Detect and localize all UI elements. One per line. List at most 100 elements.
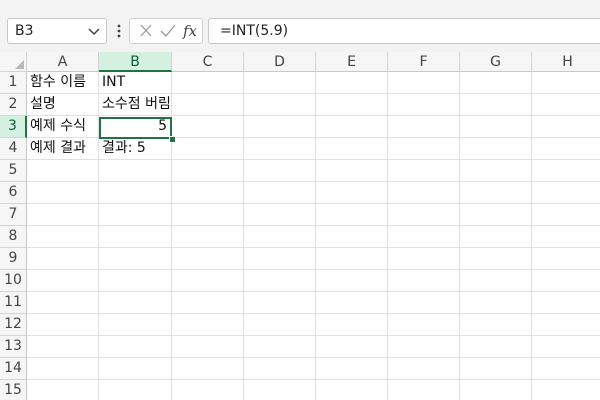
cell-f15[interactable] [388, 380, 460, 400]
check-icon[interactable] [158, 22, 178, 40]
cell-d11[interactable] [244, 292, 316, 314]
cell-a1[interactable]: 함수 이름 [27, 72, 99, 94]
cell-h7[interactable] [532, 204, 600, 226]
cell-e3[interactable] [316, 116, 388, 138]
column-header-d[interactable]: D [244, 52, 316, 72]
cell-e5[interactable] [316, 160, 388, 182]
cell-e9[interactable] [316, 248, 388, 270]
column-header-a[interactable]: A [27, 52, 99, 72]
cell-f8[interactable] [388, 226, 460, 248]
cell-g14[interactable] [460, 358, 532, 380]
cell-a10[interactable] [27, 270, 99, 292]
cell-e14[interactable] [316, 358, 388, 380]
cell-g6[interactable] [460, 182, 532, 204]
cell-g1[interactable] [460, 72, 532, 94]
row-header-5[interactable]: 5 [0, 160, 27, 182]
cell-b6[interactable] [99, 182, 172, 204]
cell-b15[interactable] [99, 380, 172, 400]
cell-d15[interactable] [244, 380, 316, 400]
cell-b14[interactable] [99, 358, 172, 380]
column-header-g[interactable]: G [460, 52, 532, 72]
cell-c8[interactable] [172, 226, 244, 248]
row-header-3[interactable]: 3 [0, 116, 27, 138]
cell-b10[interactable] [99, 270, 172, 292]
cell-f11[interactable] [388, 292, 460, 314]
cell-a14[interactable] [27, 358, 99, 380]
cell-h9[interactable] [532, 248, 600, 270]
cell-d6[interactable] [244, 182, 316, 204]
cell-a11[interactable] [27, 292, 99, 314]
cell-h14[interactable] [532, 358, 600, 380]
cell-b7[interactable] [99, 204, 172, 226]
row-header-9[interactable]: 9 [0, 248, 27, 270]
cell-f5[interactable] [388, 160, 460, 182]
cell-d2[interactable] [244, 94, 316, 116]
cell-c10[interactable] [172, 270, 244, 292]
cell-a13[interactable] [27, 336, 99, 358]
cell-d4[interactable] [244, 138, 316, 160]
cell-b3[interactable]: 5 [99, 116, 172, 138]
cell-a8[interactable] [27, 226, 99, 248]
cell-e10[interactable] [316, 270, 388, 292]
cell-h1[interactable] [532, 72, 600, 94]
cell-a15[interactable] [27, 380, 99, 400]
cell-a9[interactable] [27, 248, 99, 270]
cell-h12[interactable] [532, 314, 600, 336]
cell-g8[interactable] [460, 226, 532, 248]
cell-h3[interactable] [532, 116, 600, 138]
cell-g4[interactable] [460, 138, 532, 160]
cell-a2[interactable]: 설명 [27, 94, 99, 116]
cell-b11[interactable] [99, 292, 172, 314]
cell-c11[interactable] [172, 292, 244, 314]
chevron-down-icon[interactable] [86, 22, 102, 40]
cell-a3[interactable]: 예제 수식 [27, 116, 99, 138]
cell-e12[interactable] [316, 314, 388, 336]
cell-f1[interactable] [388, 72, 460, 94]
cell-h11[interactable] [532, 292, 600, 314]
row-header-12[interactable]: 12 [0, 314, 27, 336]
cell-f6[interactable] [388, 182, 460, 204]
cell-g15[interactable] [460, 380, 532, 400]
column-header-b[interactable]: B [99, 52, 172, 72]
row-header-1[interactable]: 1 [0, 72, 27, 94]
cell-g9[interactable] [460, 248, 532, 270]
row-header-8[interactable]: 8 [0, 226, 27, 248]
cell-d8[interactable] [244, 226, 316, 248]
cell-c6[interactable] [172, 182, 244, 204]
cell-e11[interactable] [316, 292, 388, 314]
cell-d14[interactable] [244, 358, 316, 380]
column-header-c[interactable]: C [172, 52, 244, 72]
cell-h2[interactable] [532, 94, 600, 116]
cell-e2[interactable] [316, 94, 388, 116]
cell-c14[interactable] [172, 358, 244, 380]
cell-d5[interactable] [244, 160, 316, 182]
cell-c4[interactable] [172, 138, 244, 160]
cell-d3[interactable] [244, 116, 316, 138]
row-header-10[interactable]: 10 [0, 270, 27, 292]
row-header-11[interactable]: 11 [0, 292, 27, 314]
fill-handle[interactable] [169, 136, 176, 143]
cell-f9[interactable] [388, 248, 460, 270]
column-header-e[interactable]: E [316, 52, 388, 72]
cell-c13[interactable] [172, 336, 244, 358]
cell-b12[interactable] [99, 314, 172, 336]
cell-h5[interactable] [532, 160, 600, 182]
cell-f10[interactable] [388, 270, 460, 292]
cell-c7[interactable] [172, 204, 244, 226]
vertical-ellipsis-icon[interactable] [114, 22, 124, 40]
cell-b1[interactable]: INT [99, 72, 172, 94]
cell-c9[interactable] [172, 248, 244, 270]
column-header-h[interactable]: H [532, 52, 600, 72]
cell-c5[interactable] [172, 160, 244, 182]
cell-b9[interactable] [99, 248, 172, 270]
cell-a12[interactable] [27, 314, 99, 336]
row-header-2[interactable]: 2 [0, 94, 27, 116]
column-header-f[interactable]: F [388, 52, 460, 72]
cell-e4[interactable] [316, 138, 388, 160]
cell-e1[interactable] [316, 72, 388, 94]
cell-g3[interactable] [460, 116, 532, 138]
cell-f14[interactable] [388, 358, 460, 380]
cell-c3[interactable] [172, 116, 244, 138]
cell-f3[interactable] [388, 116, 460, 138]
worksheet-grid[interactable]: A B C D E F G H 1 함수 이름 INT 2 설명 소수점 버림 3 예제 수식 5 4 예제 결과 결… [0, 52, 600, 400]
